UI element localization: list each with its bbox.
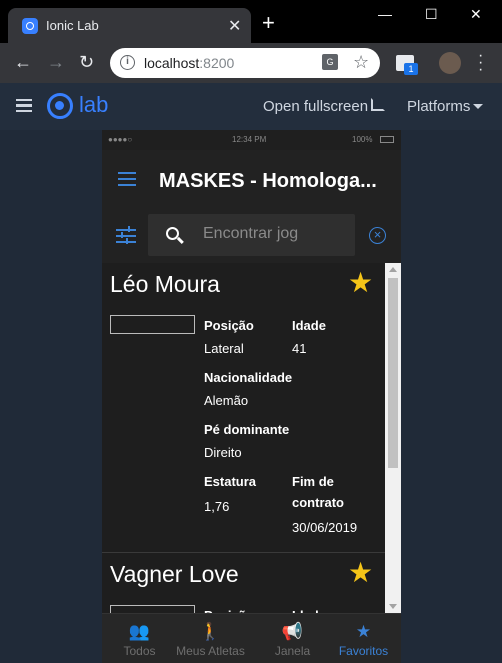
clear-search-icon[interactable]: × — [369, 227, 386, 244]
player-photo — [110, 605, 195, 613]
contract-label-line1: Fim de — [292, 474, 334, 489]
ionic-favicon-icon — [22, 18, 38, 34]
maximize-icon[interactable]: ☐ — [425, 6, 438, 23]
signal-indicator: ●●●●○ — [108, 135, 133, 144]
foot-value: Direito — [204, 445, 242, 460]
battery-icon — [380, 136, 394, 143]
lab-menu-icon[interactable] — [16, 99, 32, 112]
browser-tab[interactable]: Ionic Lab ✕ — [8, 8, 251, 43]
title-bar: Ionic Lab ✕ + — ☐ ✕ — [0, 0, 502, 43]
contract-label-line2: contrato — [292, 495, 344, 510]
height-label: Estatura — [204, 474, 257, 489]
extension-badge: 1 — [404, 63, 418, 75]
tab-label: Meus Atletas — [176, 644, 245, 658]
foot-label: Pé dominante — [204, 422, 290, 437]
browser-toolbar: ← → ↻ i localhost:8200 G ☆ 1 · · · — [0, 43, 502, 83]
player-name: Vagner Love — [110, 561, 239, 587]
url-port: :8200 — [199, 55, 235, 71]
filter-options-icon[interactable] — [116, 226, 136, 244]
tab-label: Janela — [274, 644, 311, 658]
player-list[interactable]: Léo Moura ★ Posição Lateral Idade 41 Nac… — [102, 263, 385, 613]
app-menu-icon[interactable] — [118, 172, 136, 186]
device-preview: ●●●●○ 12:34 PM 100% MASKES - Homologa...… — [102, 130, 401, 663]
chevron-down-icon[interactable] — [473, 104, 483, 109]
favorite-star-icon[interactable]: ★ — [348, 269, 373, 297]
search-toolbar: × — [102, 208, 401, 263]
tab-label: Favoritos — [338, 644, 389, 658]
age-value: 41 — [292, 341, 307, 356]
player-card[interactable]: Léo Moura ★ Posição Lateral Idade 41 Nac… — [102, 263, 385, 553]
tab-favoritos[interactable]: ★ Favoritos — [326, 614, 401, 663]
new-tab-icon[interactable]: + — [262, 12, 275, 34]
tab-todos[interactable]: 👥 Todos — [102, 614, 177, 663]
close-tab-icon[interactable]: ✕ — [228, 16, 241, 36]
search-icon — [166, 227, 179, 240]
ionic-logo-icon — [47, 93, 73, 119]
app-header: MASKES - Homologa... — [102, 150, 401, 208]
player-card[interactable]: Vagner Love ★ Posição Idade — [102, 553, 385, 613]
reload-icon[interactable]: ↻ — [79, 51, 94, 73]
battery-level: 100% — [352, 135, 373, 144]
bottom-tab-bar: 👥 Todos 🚶 Meus Atletas 📢 Janela ★ Favori… — [102, 613, 401, 663]
player-name: Léo Moura — [110, 271, 220, 297]
scrollbar[interactable] — [385, 263, 401, 613]
scroll-up-icon[interactable] — [389, 267, 397, 272]
search-input[interactable] — [203, 225, 298, 243]
player-photo — [110, 315, 195, 334]
position-value: Lateral — [204, 341, 244, 356]
forward-icon[interactable]: → — [47, 51, 65, 73]
app-title: MASKES - Homologa... — [159, 170, 377, 192]
ionic-lab-header: lab Open fullscreen Platforms — [0, 83, 502, 130]
star-icon: ★ — [355, 622, 372, 641]
megaphone-icon: 📢 — [281, 622, 304, 641]
walk-icon: 🚶 — [199, 622, 222, 641]
lab-logo-text: lab — [79, 92, 109, 117]
position-label: Posição — [204, 605, 254, 613]
minimize-icon[interactable]: — — [378, 6, 392, 22]
position-label: Posição — [204, 318, 254, 333]
device-status-bar: ●●●●○ 12:34 PM 100% — [102, 130, 401, 150]
tab-meus-atletas[interactable]: 🚶 Meus Atletas — [173, 614, 248, 663]
search-bar[interactable] — [148, 214, 355, 256]
tab-title: Ionic Lab — [46, 18, 99, 33]
site-info-icon[interactable]: i — [120, 55, 135, 70]
age-label: Idade — [292, 318, 326, 333]
close-window-icon[interactable]: ✕ — [470, 6, 482, 23]
platforms-dropdown[interactable]: Platforms — [407, 98, 470, 115]
favorite-star-icon[interactable]: ★ — [348, 559, 373, 587]
address-bar[interactable]: i localhost:8200 G ☆ — [110, 48, 380, 78]
open-fullscreen-link[interactable]: Open fullscreen — [263, 98, 368, 115]
translate-icon[interactable]: G — [322, 54, 338, 70]
url-host: localhost — [144, 55, 200, 71]
profile-avatar[interactable] — [439, 52, 461, 74]
back-icon[interactable]: ← — [14, 51, 32, 73]
scroll-down-icon[interactable] — [389, 604, 397, 609]
age-label: Idade — [292, 605, 326, 613]
url-text: localhost:8200 — [144, 55, 234, 71]
bookmark-star-icon[interactable]: ☆ — [353, 52, 369, 73]
nationality-label: Nacionalidade — [204, 370, 293, 385]
scrollbar-thumb[interactable] — [388, 278, 398, 468]
people-icon: 👥 — [128, 622, 151, 641]
status-time: 12:34 PM — [232, 135, 267, 144]
tab-janela[interactable]: 📢 Janela — [255, 614, 330, 663]
nationality-value: Alemão — [204, 393, 249, 408]
tab-label: Todos — [123, 644, 156, 658]
contract-end-value: 30/06/2019 — [292, 520, 358, 535]
browser-menu-icon[interactable]: · · · — [478, 48, 483, 78]
browser-window: Ionic Lab ✕ + — ☐ ✕ ← → ↻ i localhost:82… — [0, 0, 502, 663]
external-link-icon[interactable] — [371, 98, 385, 111]
height-value: 1,76 — [204, 499, 230, 514]
